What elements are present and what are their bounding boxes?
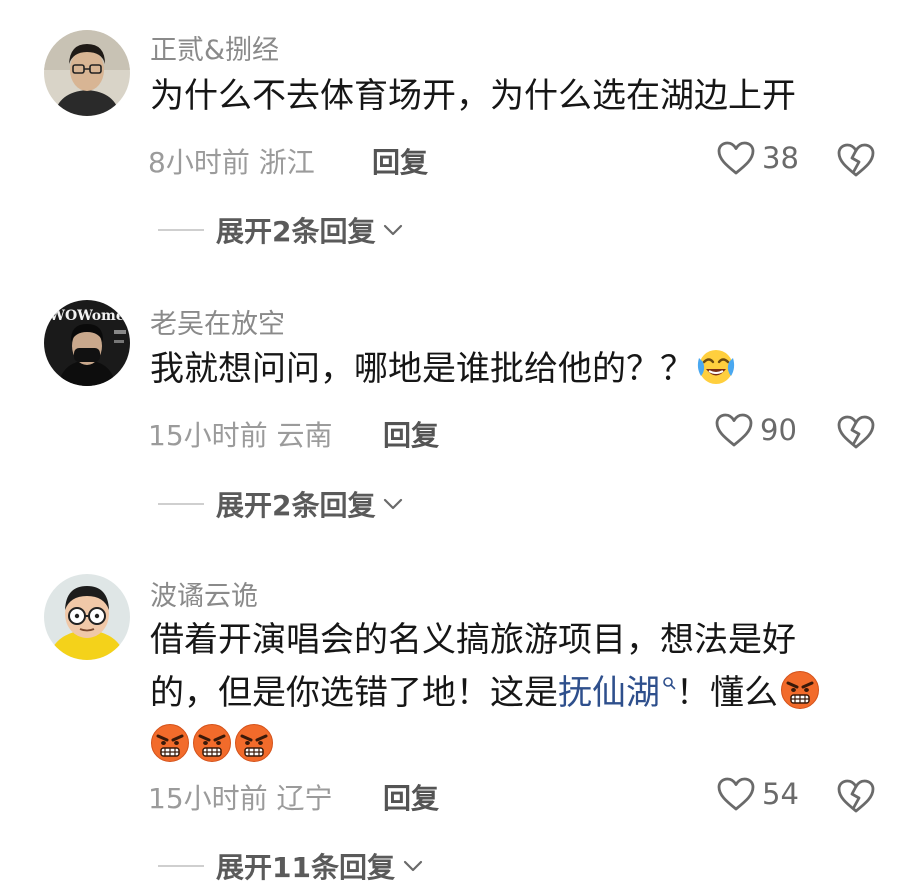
expand-replies-label: 展开11条回复 [216, 851, 395, 884]
expand-replies-button[interactable]: 展开11条回复 [158, 846, 423, 886]
comment-text-segment: ！懂么 [676, 673, 778, 713]
comment-text: 借着开演唱会的名义搞旅游项目，想法是好 的，但是你选错了地！这是抚仙湖 ！懂么 [150, 614, 870, 773]
heart-icon [716, 776, 756, 812]
avatar-text: WOWome [48, 308, 125, 324]
avatar[interactable] [44, 30, 130, 116]
chevron-down-icon [383, 497, 403, 511]
search-link[interactable]: 抚仙湖 [558, 673, 660, 713]
comment-text-body: 我就想问问，哪地是谁批给他的？？ [150, 349, 694, 389]
username[interactable]: 老吴在放空 [150, 302, 285, 341]
crying-laughing-emoji-icon [696, 346, 736, 386]
avatar[interactable] [44, 574, 130, 660]
broken-heart-icon[interactable] [836, 778, 876, 814]
expand-replies-label: 展开2条回复 [216, 489, 376, 522]
divider-line [158, 229, 204, 231]
comment-meta: 15小时前 辽宁 [148, 777, 333, 817]
reply-button[interactable]: 回复 [372, 141, 428, 181]
heart-icon [714, 412, 754, 448]
expand-replies-button[interactable]: 展开2条回复 [158, 484, 403, 524]
comment-location: 浙江 [258, 146, 315, 179]
like-count: 38 [762, 141, 799, 175]
reply-button[interactable]: 回复 [383, 414, 439, 454]
like-count: 90 [760, 413, 797, 447]
chevron-down-icon [383, 223, 403, 237]
angry-face-emoji-icon [150, 723, 190, 763]
divider-line [158, 503, 204, 505]
angry-face-emoji-icon [192, 723, 232, 763]
comment-location: 辽宁 [276, 782, 333, 815]
comment-time: 15小时前 [148, 419, 268, 452]
reply-button[interactable]: 回复 [383, 777, 439, 817]
angry-face-emoji-icon [234, 723, 274, 763]
username[interactable]: 波谲云诡 [150, 574, 258, 613]
broken-heart-icon[interactable] [836, 142, 876, 178]
comment-text-line [150, 720, 870, 773]
like-button[interactable]: 38 [716, 140, 799, 176]
angry-face-emoji-icon [780, 670, 820, 710]
heart-icon [716, 140, 756, 176]
like-button[interactable]: 54 [716, 776, 799, 812]
comment-text-body: 为什么不去体育场开，为什么选在湖边上开 [150, 76, 796, 116]
comment-meta: 8小时前 浙江 [148, 141, 315, 181]
search-icon [663, 677, 676, 690]
like-button[interactable]: 90 [714, 412, 797, 448]
comment-text: 我就想问问，哪地是谁批给他的？？ [150, 343, 870, 396]
comment-text-line: 借着开演唱会的名义搞旅游项目，想法是好 [150, 620, 796, 660]
expand-replies-label: 展开2条回复 [216, 215, 376, 248]
comment-time: 8小时前 [148, 146, 250, 179]
comment-location: 云南 [276, 419, 333, 452]
comment-text-line: 的，但是你选错了地！这是抚仙湖 ！懂么 [150, 667, 870, 720]
expand-replies-button[interactable]: 展开2条回复 [158, 210, 403, 250]
broken-heart-icon[interactable] [836, 414, 876, 450]
comment-meta: 15小时前 云南 [148, 414, 333, 454]
username[interactable]: 正贰&捌经 [150, 28, 279, 67]
chevron-down-icon [403, 859, 423, 873]
like-count: 54 [762, 777, 799, 811]
divider-line [158, 865, 204, 867]
comment-text: 为什么不去体育场开，为什么选在湖边上开 [150, 70, 870, 123]
comment-time: 15小时前 [148, 782, 268, 815]
avatar[interactable]: WOWome [44, 300, 130, 386]
comment-text-segment: 的，但是你选错了地！这是 [150, 673, 558, 713]
